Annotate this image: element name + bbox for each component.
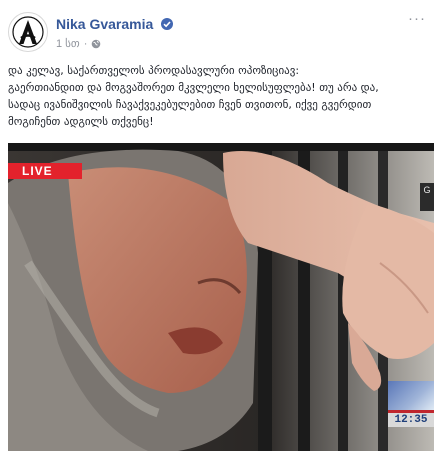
facebook-post: Nika Gvaramia 1 სთ · ··· და კელავ, საქარ… xyxy=(0,0,434,451)
post-meta: 1 სთ · xyxy=(56,37,101,50)
channel-thumbnail xyxy=(388,381,434,411)
author-name-link[interactable]: Nika Gvaramia xyxy=(56,16,153,32)
author-avatar[interactable] xyxy=(8,12,48,52)
post-text-line: სადაც ივანიშვილის ჩავაქვეკებულებით ჩვენ … xyxy=(8,98,372,111)
broadcast-clock: 12:35 xyxy=(388,413,434,427)
globe-icon[interactable] xyxy=(91,39,101,49)
post-text-line: მოგიჩენთ ადგილს თქვენც! xyxy=(8,115,154,128)
verified-badge-icon xyxy=(161,18,174,30)
post-video[interactable]: LIVE G 12:35 xyxy=(8,143,434,451)
post-text-line: გაერთიანდით და მოგვაშორეთ მკვლელი ხელისუ… xyxy=(8,81,379,94)
party-logo-icon xyxy=(12,16,44,48)
channel-side-badge: G xyxy=(420,183,434,211)
live-badge: LIVE xyxy=(8,163,82,179)
video-frame-image xyxy=(8,143,434,451)
post-options-button[interactable]: ··· xyxy=(408,11,426,26)
post-header: Nika Gvaramia 1 სთ · ··· xyxy=(8,11,426,58)
post-timestamp[interactable]: 1 სთ xyxy=(56,37,80,50)
post-text-line: და კელავ, საქართველოს პროდასავლური ოპოზი… xyxy=(8,64,300,77)
post-text: და კელავ, საქართველოს პროდასავლური ოპოზი… xyxy=(8,62,426,130)
